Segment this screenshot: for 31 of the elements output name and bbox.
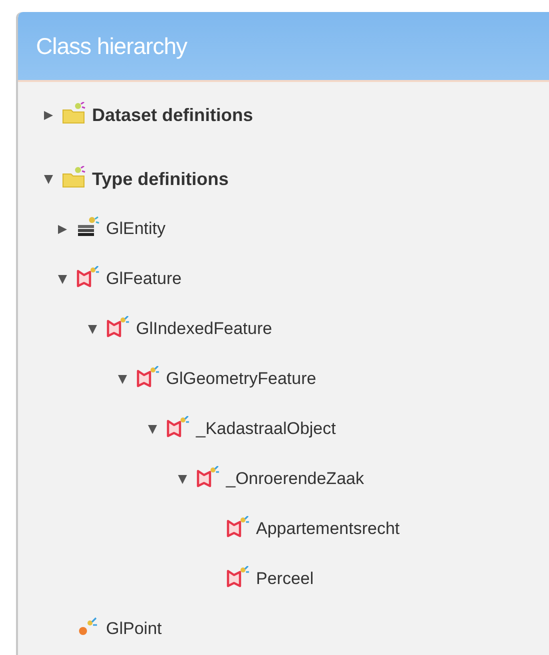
collapse-arrow-icon[interactable] <box>178 474 186 484</box>
expand-arrow-icon[interactable] <box>58 224 66 234</box>
tree-item-label[interactable]: Appartementsrecht <box>256 519 400 539</box>
polygon-icon <box>136 366 160 388</box>
stack-icon <box>76 216 100 238</box>
folder-icon <box>62 102 86 124</box>
collapse-arrow-icon[interactable] <box>88 324 96 334</box>
expand-arrow-icon[interactable] <box>44 110 52 120</box>
polygon-icon <box>196 466 220 488</box>
collapse-arrow-icon[interactable] <box>44 174 52 184</box>
folder-icon <box>62 166 86 188</box>
tree-item-label[interactable]: Perceel <box>256 569 314 589</box>
tree-item-label[interactable]: _OnroerendeZaak <box>226 469 364 489</box>
polygon-icon <box>226 516 250 538</box>
tree-item-label[interactable]: GlIndexedFeature <box>136 319 272 339</box>
tree-item-label[interactable]: GlEntity <box>106 219 166 239</box>
tree-item-label[interactable]: GlFeature <box>106 269 182 289</box>
polygon-icon <box>106 316 130 338</box>
tree-item-label[interactable]: Type definitions <box>92 168 229 190</box>
polygon-icon <box>76 266 100 288</box>
tree-item-label[interactable]: _KadastraalObject <box>196 419 336 439</box>
point-icon <box>76 616 100 638</box>
collapse-arrow-icon[interactable] <box>118 374 126 384</box>
collapse-arrow-icon[interactable] <box>148 424 156 434</box>
collapse-arrow-icon[interactable] <box>58 274 66 284</box>
tree-item-label[interactable]: GlGeometryFeature <box>166 369 316 389</box>
polygon-icon <box>166 416 190 438</box>
tree-item-label[interactable]: GlPoint <box>106 619 162 639</box>
polygon-icon <box>226 566 250 588</box>
panel-title: Class hierarchy <box>36 32 187 60</box>
tree-item-label[interactable]: Dataset definitions <box>92 104 254 126</box>
